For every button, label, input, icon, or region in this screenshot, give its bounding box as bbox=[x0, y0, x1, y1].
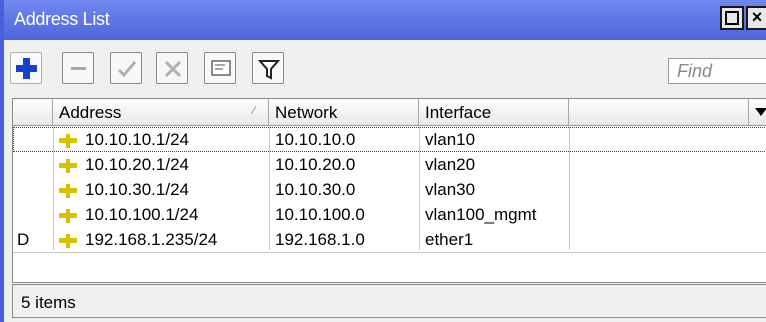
address-table: Address ∕ Network Interface 10.10.10.1/2… bbox=[12, 98, 766, 283]
row-interface: vlan10 bbox=[425, 130, 476, 149]
remove-button[interactable] bbox=[62, 52, 94, 84]
row-interface: ether1 bbox=[425, 230, 474, 249]
column-header-address-label: Address bbox=[59, 103, 122, 122]
column-header-network[interactable]: Network bbox=[269, 99, 419, 125]
row-address: 10.10.10.1/24 bbox=[57, 127, 189, 152]
status-bar: 5 items bbox=[12, 284, 766, 318]
table-row[interactable]: D 192.168.1.235/24 192.168.1.0 ether1 bbox=[13, 227, 766, 252]
table-row[interactable]: 10.10.10.1/24 10.10.10.0 vlan10 bbox=[13, 127, 766, 152]
column-header-flag[interactable] bbox=[13, 99, 53, 125]
row-address: 192.168.1.235/24 bbox=[57, 227, 217, 252]
row-network: 10.10.10.0 bbox=[275, 130, 356, 149]
column-header-address[interactable]: Address ∕ bbox=[53, 99, 269, 125]
table-row[interactable]: 10.10.100.1/24 10.10.100.0 vlan100_mgmt bbox=[13, 202, 766, 227]
column-header-interface[interactable]: Interface bbox=[419, 99, 569, 125]
toolbar: Find bbox=[4, 40, 766, 96]
table-row[interactable]: 10.10.20.1/24 10.10.20.0 vlan20 bbox=[13, 152, 766, 177]
row-network: 10.10.30.0 bbox=[275, 180, 356, 199]
add-button[interactable] bbox=[10, 52, 42, 84]
address-text: 192.168.1.235/24 bbox=[85, 230, 218, 249]
row-flag: D bbox=[17, 230, 30, 249]
comment-icon bbox=[211, 60, 231, 76]
row-address: 10.10.100.1/24 bbox=[57, 202, 198, 227]
check-icon bbox=[117, 61, 137, 78]
table-row[interactable]: 10.10.30.1/24 10.10.30.0 vlan30 bbox=[13, 177, 766, 202]
row-network: 10.10.100.0 bbox=[275, 205, 365, 224]
address-text: 10.10.10.1/24 bbox=[85, 130, 189, 149]
chevron-down-icon[interactable] bbox=[755, 107, 766, 117]
maximize-button[interactable] bbox=[720, 6, 744, 30]
x-icon bbox=[164, 60, 182, 78]
address-icon bbox=[59, 183, 77, 198]
address-icon bbox=[59, 158, 77, 173]
address-icon bbox=[59, 208, 77, 223]
address-list-window: Address List × Find Address ∕ Network In… bbox=[0, 0, 766, 322]
title-bar[interactable]: Address List × bbox=[4, 0, 766, 40]
sort-icon: ∕ bbox=[253, 105, 255, 117]
plus-icon bbox=[16, 58, 37, 79]
row-interface: vlan100_mgmt bbox=[425, 205, 537, 224]
row-network: 192.168.1.0 bbox=[275, 230, 365, 249]
row-network: 10.10.20.0 bbox=[275, 155, 356, 174]
address-text: 10.10.30.1/24 bbox=[85, 180, 189, 199]
enable-button[interactable] bbox=[110, 52, 142, 84]
filter-button[interactable] bbox=[252, 52, 284, 84]
filter-icon bbox=[257, 60, 281, 80]
disable-button[interactable] bbox=[156, 52, 188, 84]
address-icon bbox=[59, 233, 77, 248]
table-bottom-line bbox=[13, 252, 766, 253]
row-address: 10.10.20.1/24 bbox=[57, 152, 189, 177]
row-interface: vlan30 bbox=[425, 180, 476, 199]
comment-button[interactable] bbox=[204, 52, 236, 84]
item-count: 5 items bbox=[21, 293, 76, 312]
table-header: Address ∕ Network Interface bbox=[13, 99, 766, 126]
address-icon bbox=[59, 133, 77, 148]
close-button[interactable]: × bbox=[746, 6, 766, 30]
column-header-empty bbox=[569, 99, 749, 125]
address-text: 10.10.20.1/24 bbox=[85, 155, 189, 174]
find-input[interactable]: Find bbox=[668, 58, 766, 84]
address-text: 10.10.100.1/24 bbox=[85, 205, 199, 224]
minus-icon bbox=[71, 67, 86, 70]
window-title: Address List bbox=[14, 9, 110, 29]
row-address: 10.10.30.1/24 bbox=[57, 177, 189, 202]
row-interface: vlan20 bbox=[425, 155, 476, 174]
